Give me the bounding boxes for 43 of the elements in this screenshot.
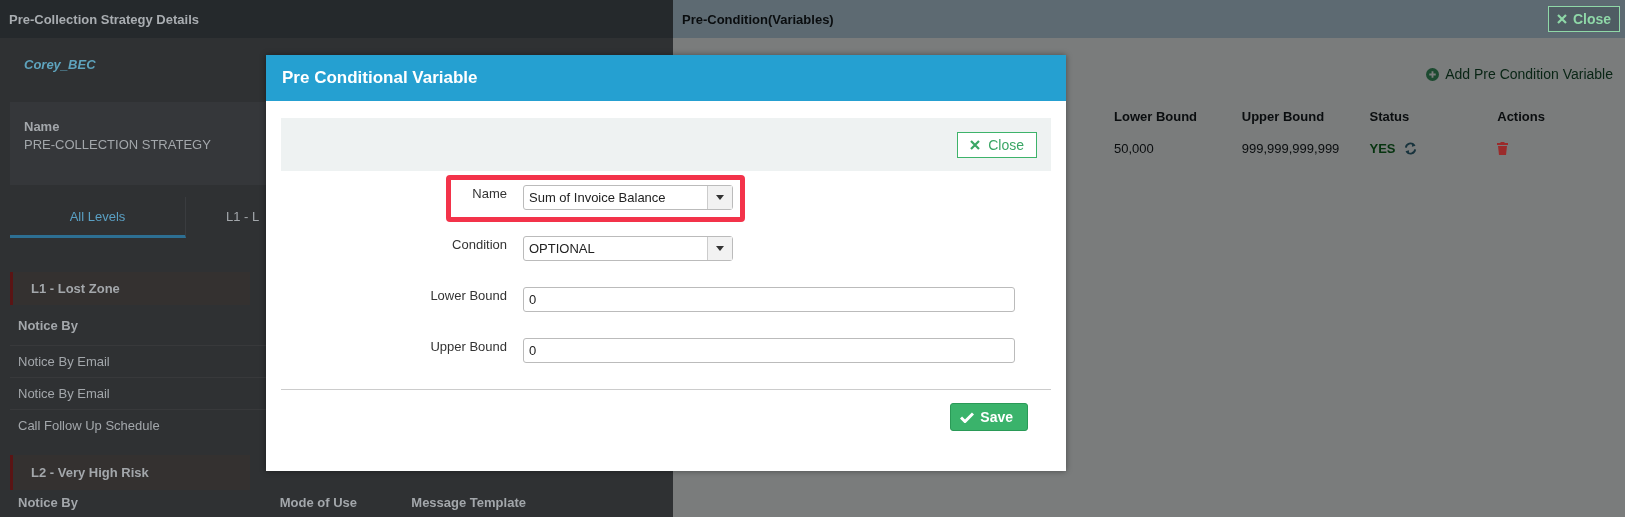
tab[interactable]: All Levels — [10, 197, 186, 238]
dropdown[interactable]: Sum of Invoice Balance — [523, 185, 733, 210]
level-header: L1 - Lost Zone — [10, 272, 250, 305]
column-header: Lower Bound — [1114, 108, 1199, 124]
column-header: Upper Bound — [1241, 108, 1326, 124]
list-item: Notice By Email — [18, 386, 110, 401]
owner-name: Corey_BEC — [24, 56, 96, 72]
field-label: Name — [24, 118, 61, 136]
field-label: Upper Bound — [429, 338, 507, 356]
dialog-title: Pre Conditional Variable — [266, 55, 1066, 101]
list-item: Call Follow Up Schedule — [18, 418, 160, 433]
close-icon — [970, 139, 981, 150]
field-value: PRE-COLLECTION STRATEGY — [24, 136, 212, 154]
level-header: L2 - Very High Risk — [10, 455, 250, 490]
field-label: Name — [471, 185, 507, 203]
add-variable-link[interactable]: Add Pre Condition Variable — [1426, 66, 1613, 82]
panel-title: Pre-Collection Strategy Details — [0, 0, 673, 38]
field-label: Lower Bound — [429, 287, 507, 305]
caret-icon — [716, 246, 724, 251]
refresh-icon[interactable] — [1403, 141, 1417, 155]
column-header: Actions — [1497, 108, 1546, 124]
checkmark-icon — [960, 411, 975, 423]
panel-title: Pre-Condition(Variables) — [682, 11, 834, 27]
column-header: Mode of Use — [279, 494, 358, 510]
close-button[interactable]: Close — [957, 131, 1037, 158]
plus-circle-icon — [1426, 67, 1440, 81]
dropdown[interactable]: OPTIONAL — [523, 236, 733, 261]
column-header: Notice By — [18, 494, 79, 510]
column-header: Message Template — [411, 494, 527, 510]
input-field[interactable]: 0 — [523, 287, 1015, 312]
status-text: YES — [1369, 140, 1396, 156]
table-cell-text: 50,000 — [1114, 140, 1155, 156]
trash-icon[interactable] — [1497, 141, 1509, 155]
column-header: Status — [1369, 108, 1411, 124]
input-field[interactable]: 0 — [523, 338, 1015, 363]
table-cell-text: 999,999,999,999 — [1241, 140, 1341, 156]
close-icon — [1556, 14, 1567, 24]
list-item: Notice By Email — [18, 354, 110, 369]
tab[interactable]: L1 - L — [186, 197, 266, 238]
column-header: Notice By — [18, 317, 79, 333]
caret-icon — [716, 195, 724, 200]
close-button[interactable]: Close — [1547, 6, 1620, 32]
field-label: Condition — [451, 236, 507, 254]
